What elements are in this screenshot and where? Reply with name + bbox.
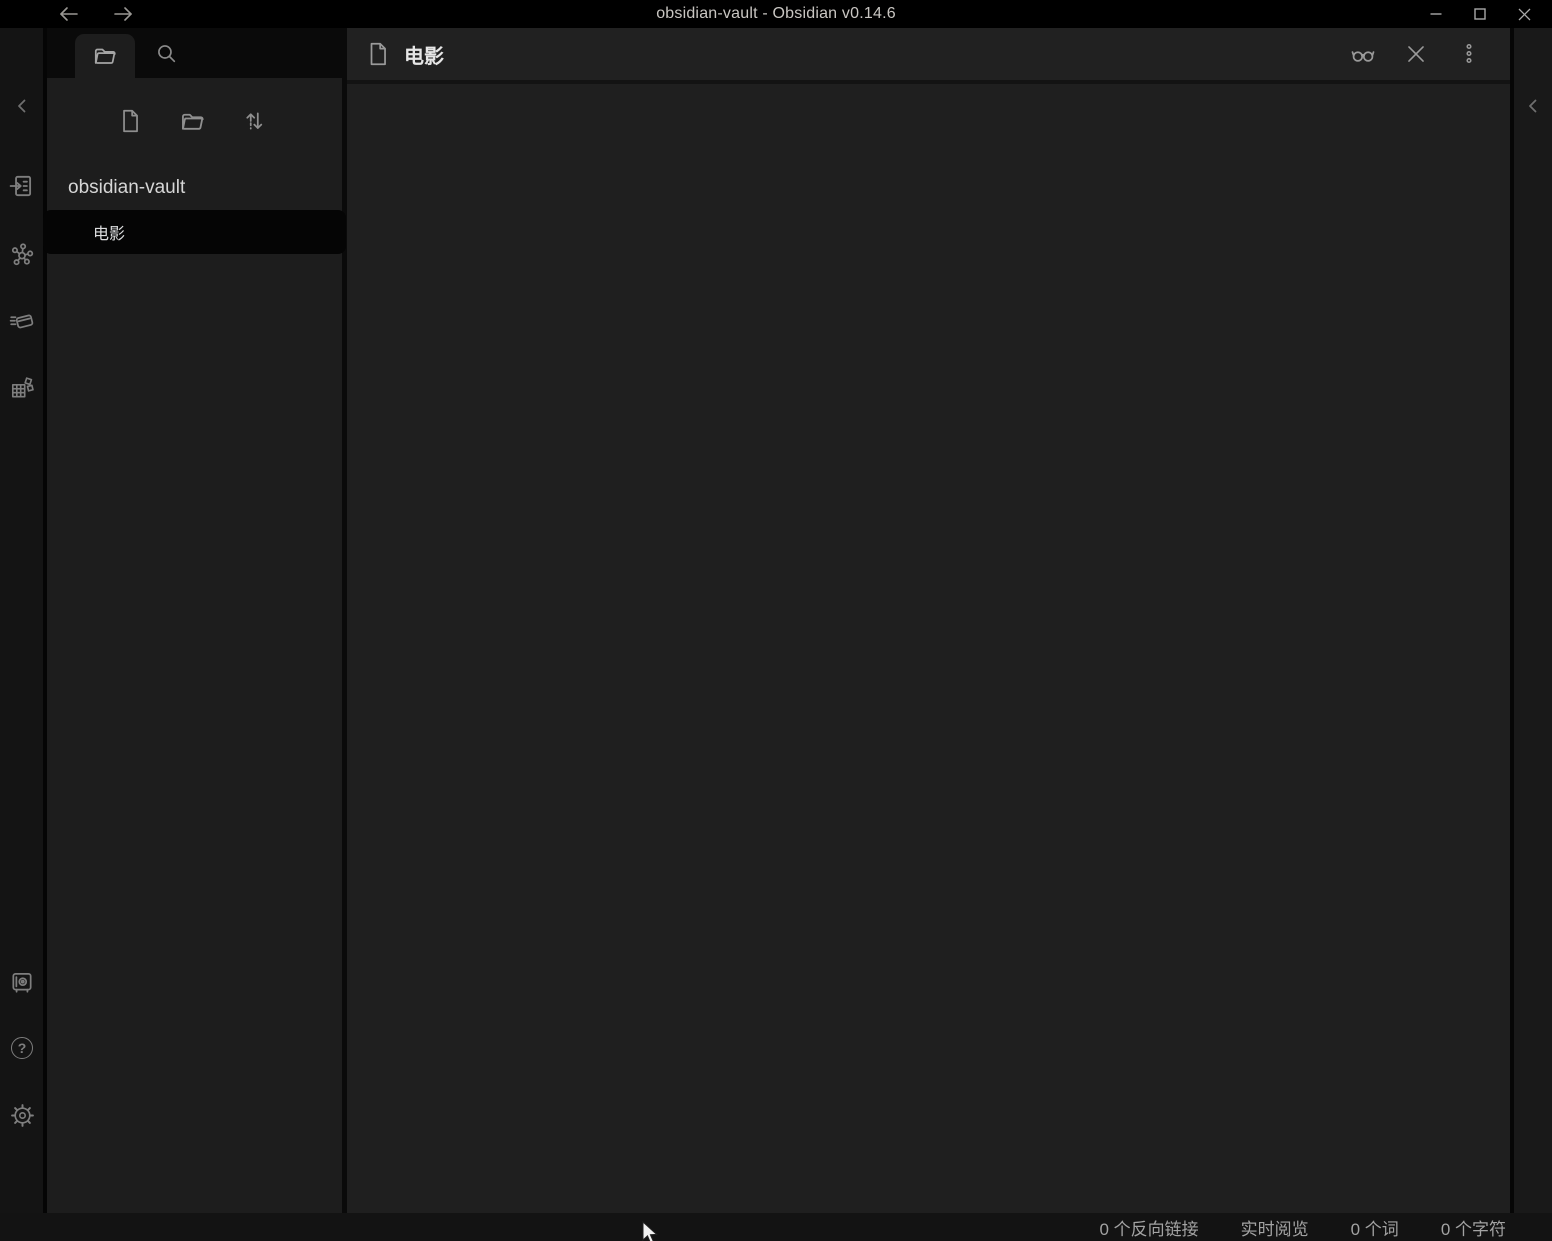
file-row-selected[interactable]: 电影 [43,210,346,254]
graph-view-icon[interactable] [9,241,35,267]
help-icon[interactable]: ? [9,1035,35,1061]
close-icon[interactable] [1502,0,1546,28]
new-note-button[interactable] [116,107,144,135]
close-pane-icon[interactable] [1401,39,1431,69]
search-tab[interactable] [152,39,180,67]
left-ribbon: ? [0,28,43,1213]
minimize-icon[interactable] [1414,0,1458,28]
search-tab-icon [154,41,179,66]
pane-header: 电影 [347,28,1510,84]
titlebar: obsidian-vault - Obsidian v0.14.6 [0,0,1552,28]
files-tab[interactable] [75,34,135,78]
sort-order-button[interactable] [240,107,268,135]
window-title: obsidian-vault - Obsidian v0.14.6 [0,0,1552,28]
expand-right-sidebar-icon[interactable] [1520,93,1546,119]
left-sidebar: obsidian-vault 电影 [47,28,342,1213]
explorer-toolbar [116,107,268,135]
note-editor[interactable] [347,84,1510,1213]
pane-note-title: 电影 [404,40,444,69]
sort-order-icon [241,108,267,134]
reading-mode-glasses-icon[interactable] [1348,39,1378,69]
new-folder-icon [179,108,206,135]
main-pane: 电影 [347,28,1510,1213]
right-ribbon [1514,28,1552,1213]
collapse-left-sidebar-icon[interactable] [9,93,35,119]
sidebar-tabstrip [47,28,342,78]
status-backlinks[interactable]: 0 个反向链接 [1099,1215,1198,1240]
file-name: 电影 [93,220,125,244]
vault-title[interactable]: obsidian-vault [68,176,185,200]
window-controls [1414,0,1546,28]
status-word-count: 0 个词 [1351,1215,1399,1240]
quick-switcher-icon[interactable] [9,173,35,199]
new-note-icon [117,108,143,134]
grid-with-tiles-icon[interactable] [9,375,35,401]
vault-switcher-icon[interactable] [9,969,35,995]
folder-tab-icon [92,43,118,69]
settings-gear-icon[interactable] [9,1102,35,1128]
card-with-motion-lines-icon[interactable] [9,308,35,334]
statusbar: 0 个反向链接 实时阅览 0 个词 0 个字符 [0,1213,1552,1241]
maximize-icon[interactable] [1458,0,1502,28]
app-body: ? [0,28,1552,1213]
help-question-glyph: ? [18,1041,27,1055]
pane-actions [1348,39,1484,69]
status-char-count: 0 个字符 [1441,1215,1506,1240]
note-document-icon [365,41,391,67]
more-options-icon[interactable] [1454,39,1484,69]
status-edit-mode[interactable]: 实时阅览 [1241,1215,1309,1240]
new-folder-button[interactable] [178,107,206,135]
